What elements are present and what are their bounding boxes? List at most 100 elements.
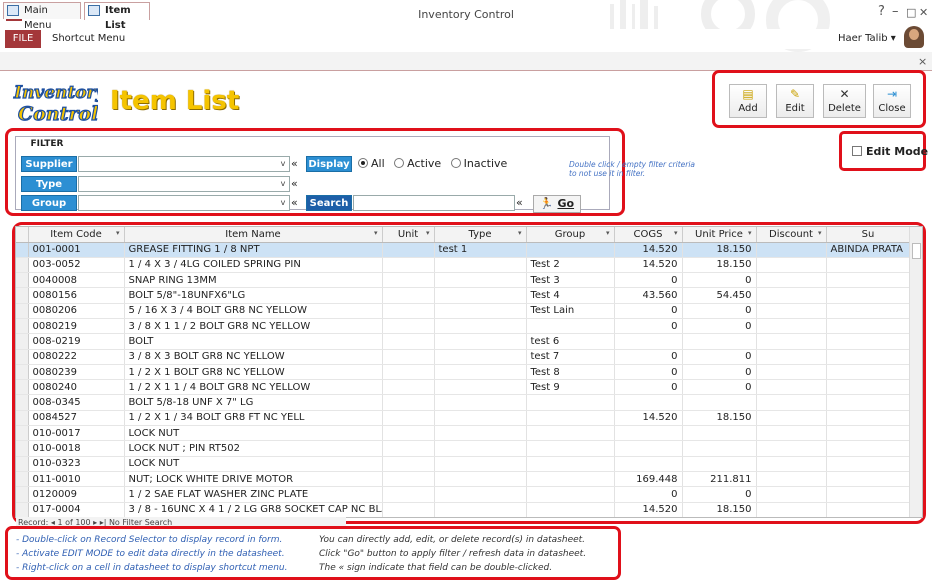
- column-header-item-name[interactable]: Item Name ▾: [124, 227, 383, 243]
- add-button[interactable]: ▤ Add: [729, 84, 767, 118]
- table-cell[interactable]: 010-0323: [28, 456, 125, 472]
- table-cell[interactable]: 003-0052: [28, 257, 125, 274]
- table-cell[interactable]: [526, 318, 615, 335]
- table-cell[interactable]: [434, 333, 527, 350]
- table-cell[interactable]: 14.520: [614, 242, 683, 258]
- minimize-button[interactable]: –: [892, 4, 899, 19]
- restore-button[interactable]: □: [906, 6, 916, 19]
- table-cell[interactable]: 5 / 16 X 3 / 4 BOLT GR8 NC YELLOW: [124, 303, 383, 319]
- table-cell[interactable]: Test 2: [526, 257, 615, 274]
- tab-main-menu[interactable]: Main Menu: [3, 2, 81, 31]
- table-cell[interactable]: [434, 287, 527, 304]
- table-cell[interactable]: [382, 318, 435, 335]
- table-cell[interactable]: [614, 394, 683, 411]
- supplier-combo[interactable]: v: [78, 156, 290, 172]
- edit-mode-checkbox[interactable]: [852, 146, 862, 156]
- table-row[interactable]: 0040008 SNAP RING 13MM Test 300: [16, 272, 911, 289]
- table-cell[interactable]: 1 / 2 SAE FLAT WASHER ZINC PLATE: [124, 486, 383, 503]
- table-cell[interactable]: [826, 471, 911, 488]
- table-cell[interactable]: [526, 410, 615, 427]
- record-selector[interactable]: [16, 287, 29, 304]
- table-cell[interactable]: 0: [614, 364, 683, 381]
- table-cell[interactable]: [526, 456, 615, 472]
- table-cell[interactable]: 0: [614, 379, 683, 396]
- table-cell[interactable]: 0040008: [28, 272, 125, 289]
- tab-item-list[interactable]: Item List: [84, 2, 150, 31]
- table-cell[interactable]: [382, 456, 435, 472]
- table-cell[interactable]: test 7: [526, 349, 615, 365]
- table-cell[interactable]: 0080219: [28, 318, 125, 335]
- table-cell[interactable]: 0080206: [28, 303, 125, 319]
- table-row[interactable]: 0080239 1 / 2 X 1 BOLT GR8 NC YELLOW Test …: [16, 364, 911, 381]
- table-cell[interactable]: [826, 349, 911, 365]
- close-window-button[interactable]: ✕: [919, 6, 928, 19]
- record-selector[interactable]: [16, 486, 29, 503]
- table-cell[interactable]: [826, 257, 911, 274]
- table-cell[interactable]: [826, 333, 911, 350]
- table-cell[interactable]: Test 9: [526, 379, 615, 396]
- table-cell[interactable]: 0: [682, 303, 757, 319]
- record-selector[interactable]: [16, 456, 29, 472]
- table-cell[interactable]: Test 8: [526, 364, 615, 381]
- table-cell[interactable]: ABINDA PRATA: [826, 242, 911, 258]
- table-cell[interactable]: [526, 440, 615, 457]
- record-selector[interactable]: [16, 303, 29, 319]
- table-cell[interactable]: BOLT 5/8"-18UNFX6"LG: [124, 287, 383, 304]
- table-cell[interactable]: 3 / 8 - 16UNC X 4 1 / 2 LG GR8 SOCKET CA…: [124, 502, 383, 517]
- radio-icon[interactable]: [450, 158, 461, 168]
- table-cell[interactable]: [756, 242, 827, 258]
- table-cell[interactable]: 0: [614, 349, 683, 365]
- record-selector[interactable]: [16, 242, 29, 258]
- table-cell[interactable]: 18.150: [682, 502, 757, 517]
- table-cell[interactable]: [756, 440, 827, 457]
- column-header-cogs[interactable]: COGS ▾: [614, 227, 683, 243]
- table-cell[interactable]: [382, 242, 435, 258]
- chevron-down-icon[interactable]: v: [277, 196, 289, 210]
- column-header-supplier[interactable]: Su: [826, 227, 911, 243]
- table-cell[interactable]: 0120009: [28, 486, 125, 503]
- table-cell[interactable]: [434, 425, 527, 442]
- table-cell[interactable]: test 6: [526, 333, 615, 350]
- table-cell[interactable]: [826, 287, 911, 304]
- table-cell[interactable]: 001-0001: [28, 242, 125, 258]
- table-cell[interactable]: 008-0219: [28, 333, 125, 350]
- table-cell[interactable]: [526, 394, 615, 411]
- table-cell[interactable]: [614, 425, 683, 442]
- table-cell[interactable]: [756, 349, 827, 365]
- table-cell[interactable]: 008-0345: [28, 394, 125, 411]
- table-row[interactable]: 001-0001 GREASE FITTING 1 / 8 NPT test 1 14…: [16, 242, 911, 258]
- table-row[interactable]: 0080206 5 / 16 X 3 / 4 BOLT GR8 NC YELLOW…: [16, 303, 911, 319]
- table-row[interactable]: 011-0010 NUT; LOCK WHITE DRIVE MOTOR 169.4…: [16, 471, 911, 488]
- table-cell[interactable]: 010-0018: [28, 440, 125, 457]
- table-cell[interactable]: test 1: [434, 242, 527, 258]
- table-cell[interactable]: [526, 471, 615, 488]
- table-cell[interactable]: 1 / 2 X 1 / 34 BOLT GR8 FT NC YELL: [124, 410, 383, 427]
- table-cell[interactable]: [434, 394, 527, 411]
- table-cell[interactable]: [756, 425, 827, 442]
- table-cell[interactable]: [826, 394, 911, 411]
- record-selector[interactable]: [16, 471, 29, 488]
- user-avatar[interactable]: [904, 26, 924, 48]
- record-selector[interactable]: [16, 349, 29, 365]
- table-cell[interactable]: [434, 486, 527, 503]
- edit-button[interactable]: ✎ Edit: [776, 84, 814, 118]
- table-cell[interactable]: 0080239: [28, 364, 125, 381]
- table-cell[interactable]: [434, 318, 527, 335]
- select-all-corner[interactable]: [16, 227, 29, 243]
- table-row[interactable]: 0120009 1 / 2 SAE FLAT WASHER ZINC PLATE 0…: [16, 486, 911, 503]
- table-cell[interactable]: [526, 502, 615, 517]
- table-cell[interactable]: [682, 440, 757, 457]
- table-cell[interactable]: GREASE FITTING 1 / 8 NPT: [124, 242, 383, 258]
- table-cell[interactable]: 0: [682, 272, 757, 289]
- table-cell[interactable]: 1 / 2 X 1 BOLT GR8 NC YELLOW: [124, 364, 383, 381]
- table-cell[interactable]: [382, 502, 435, 517]
- table-cell[interactable]: [756, 471, 827, 488]
- table-cell[interactable]: 0: [614, 303, 683, 319]
- table-cell[interactable]: Test Lain: [526, 303, 615, 319]
- sort-chevron-icon[interactable]: ▾: [426, 229, 430, 237]
- table-cell[interactable]: [682, 333, 757, 350]
- table-cell[interactable]: 0080222: [28, 349, 125, 365]
- table-cell[interactable]: 18.150: [682, 410, 757, 427]
- table-cell[interactable]: [756, 364, 827, 381]
- scrollbar-thumb[interactable]: [912, 243, 921, 259]
